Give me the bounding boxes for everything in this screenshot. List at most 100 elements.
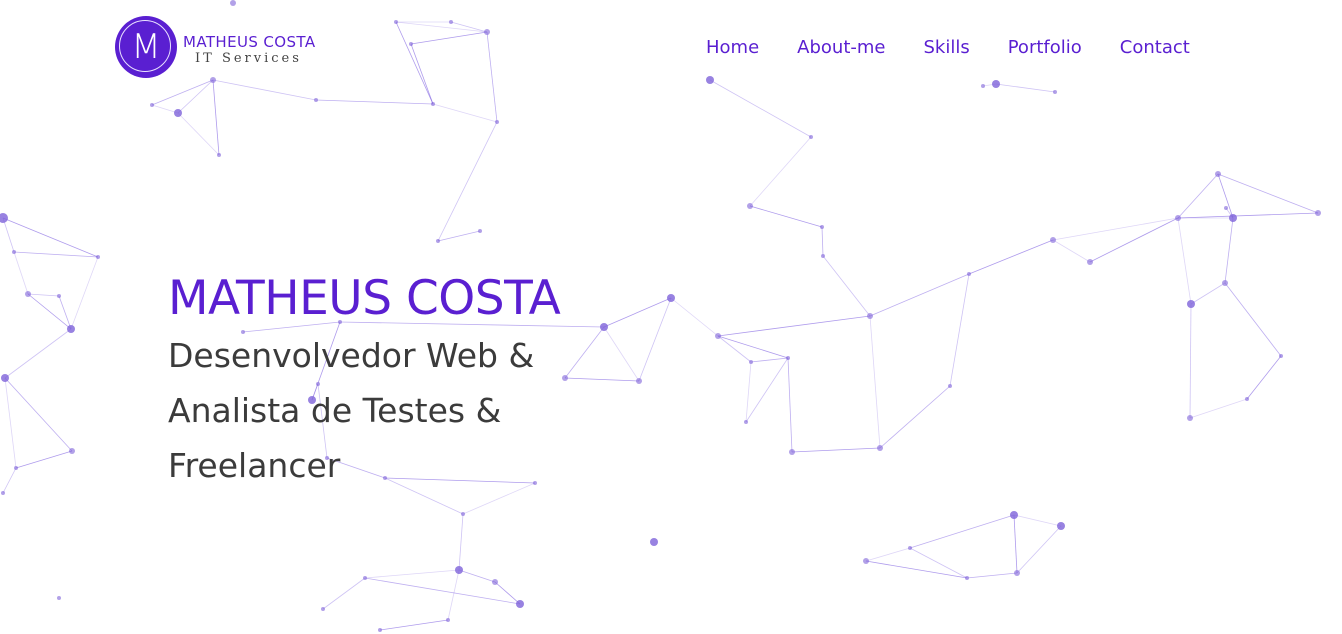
network-link <box>749 136 812 207</box>
network-node <box>230 0 236 6</box>
network-node <box>495 120 499 124</box>
network-node <box>821 254 825 258</box>
network-link <box>717 335 752 363</box>
network-link <box>749 205 823 228</box>
network-node <box>321 607 325 611</box>
network-node <box>789 449 795 455</box>
network-link <box>869 315 881 449</box>
network-node <box>67 325 75 333</box>
network-link <box>15 450 73 469</box>
network-link <box>2 217 99 258</box>
network-link <box>4 377 17 469</box>
network-node <box>1215 171 1221 177</box>
network-node <box>1053 90 1057 94</box>
network-node <box>378 628 382 632</box>
network-node <box>981 84 985 88</box>
network-link <box>879 385 951 449</box>
network-link <box>151 79 214 106</box>
network-node <box>706 76 714 84</box>
nav-home[interactable]: Home <box>706 36 759 60</box>
network-link <box>410 31 488 45</box>
network-node <box>749 360 753 364</box>
network-link <box>70 256 99 330</box>
network-link <box>458 513 464 571</box>
network-link <box>379 619 449 631</box>
network-link <box>437 230 481 242</box>
network-link <box>1016 525 1062 574</box>
network-node <box>1014 570 1020 576</box>
network-link <box>322 577 366 610</box>
network-link <box>1052 217 1179 241</box>
network-link <box>177 112 220 156</box>
network-node <box>1057 522 1065 530</box>
network-node <box>1 491 5 495</box>
nav-contact[interactable]: Contact <box>1120 36 1190 60</box>
network-link <box>1052 239 1091 263</box>
network-node <box>431 102 435 106</box>
network-link <box>709 79 812 138</box>
network-node <box>809 135 813 139</box>
network-link <box>822 255 871 317</box>
network-node <box>650 538 658 546</box>
network-node <box>455 566 463 574</box>
network-link <box>745 361 752 423</box>
network-node <box>965 576 969 580</box>
network-node <box>1087 259 1093 265</box>
network-link <box>151 104 179 114</box>
network-node <box>14 466 18 470</box>
network-node <box>25 291 31 297</box>
network-link <box>1224 282 1282 357</box>
network-link <box>1013 514 1018 574</box>
network-node <box>1187 415 1193 421</box>
network-link <box>2 467 17 494</box>
network-node <box>820 225 824 229</box>
network-node <box>217 153 221 157</box>
network-link <box>212 79 220 156</box>
network-link <box>1217 173 1234 219</box>
network-link <box>1177 217 1192 305</box>
network-link <box>1224 217 1234 284</box>
nav-skills[interactable]: Skills <box>923 36 969 60</box>
network-node <box>1229 214 1237 222</box>
network-link <box>1089 217 1179 263</box>
network-link <box>447 569 460 621</box>
network-node <box>747 203 753 209</box>
network-link <box>1217 173 1319 214</box>
network-node <box>12 250 16 254</box>
logo-letter: M <box>131 27 161 67</box>
brand-logo[interactable]: M MATHEUS COSTA IT Services <box>115 16 316 78</box>
network-node <box>449 20 453 24</box>
logo-mark-icon: M <box>115 16 177 78</box>
network-link <box>750 357 789 363</box>
network-node <box>992 80 1000 88</box>
network-node <box>150 103 154 107</box>
network-node <box>57 596 61 600</box>
network-node <box>1187 300 1195 308</box>
network-link <box>212 79 317 101</box>
network-node <box>715 333 721 339</box>
network-link <box>949 273 970 387</box>
network-link <box>486 31 498 123</box>
network-node <box>1222 280 1228 286</box>
network-link <box>1190 282 1226 305</box>
network-link <box>458 569 496 583</box>
network-link <box>1189 398 1248 419</box>
network-link <box>450 21 488 33</box>
network-link <box>395 21 488 33</box>
network-node <box>1279 354 1283 358</box>
network-link <box>1177 212 1319 219</box>
network-node <box>446 618 450 622</box>
network-link <box>1246 355 1282 400</box>
network-link <box>909 514 1015 549</box>
network-node <box>863 558 869 564</box>
network-node <box>0 213 8 223</box>
network-node <box>1315 210 1321 216</box>
network-node <box>174 109 182 117</box>
network-link <box>791 447 881 453</box>
network-link <box>2 217 15 253</box>
nav-portfolio[interactable]: Portfolio <box>1008 36 1082 60</box>
network-link <box>437 121 498 242</box>
nav-about-me[interactable]: About-me <box>797 36 885 60</box>
network-node <box>786 356 790 360</box>
brand-tagline: IT Services <box>195 51 302 66</box>
